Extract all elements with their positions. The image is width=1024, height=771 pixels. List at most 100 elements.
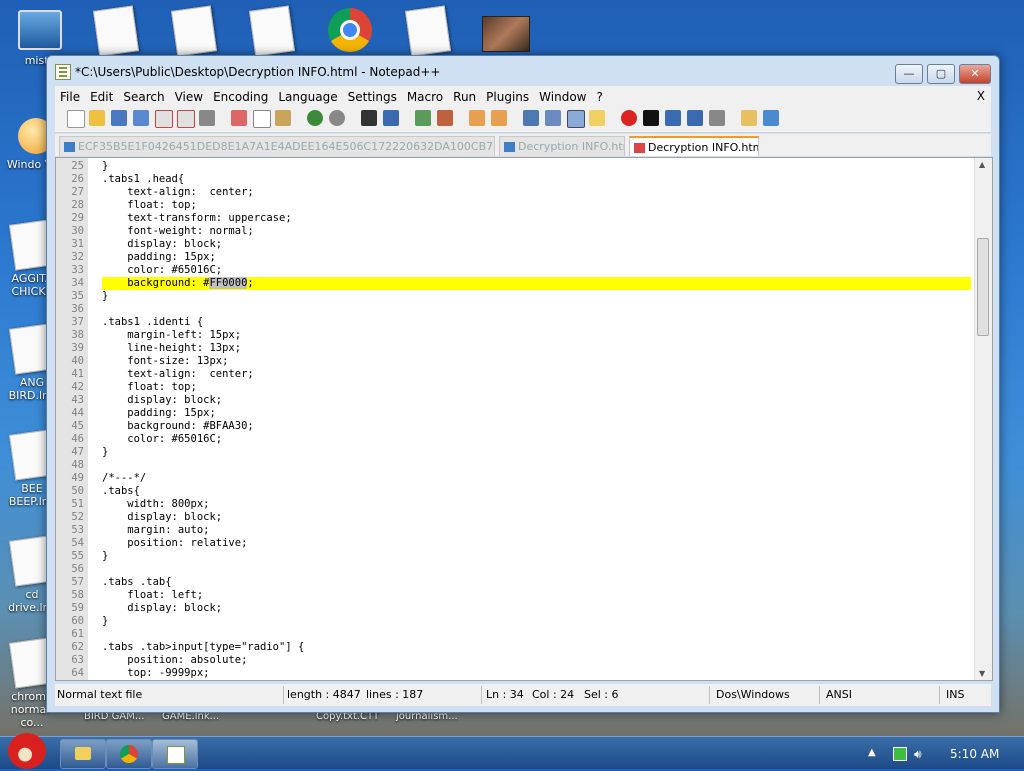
code-line[interactable]: 36	[56, 303, 971, 316]
taskbar-explorer-button[interactable]	[60, 739, 106, 769]
show-hidden-icons-icon[interactable]: ▲	[868, 747, 876, 758]
paste-icon[interactable]	[275, 110, 291, 126]
code-line[interactable]: 35}	[56, 290, 971, 303]
code-line[interactable]: 58 float: left;	[56, 589, 971, 602]
code-line[interactable]: 49 /*---*/	[56, 472, 971, 485]
spellcheck-icon[interactable]	[763, 110, 779, 126]
close-all-icon[interactable]	[177, 110, 195, 128]
code-line[interactable]: 28 float: top;	[56, 199, 971, 212]
open-file-icon[interactable]	[89, 110, 105, 126]
code-line[interactable]: 42 float: top;	[56, 381, 971, 394]
cut-icon[interactable]	[231, 110, 247, 126]
code-line[interactable]: 41 text-align: center;	[56, 368, 971, 381]
stop-macro-icon[interactable]	[643, 110, 659, 126]
vertical-scrollbar[interactable]: ▲ ▼	[974, 158, 992, 680]
word-wrap-icon[interactable]	[523, 110, 539, 126]
close-button[interactable]: ✕	[959, 64, 991, 84]
replace-icon[interactable]	[383, 110, 399, 126]
undo-icon[interactable]	[307, 110, 323, 126]
code-line[interactable]: 47}	[56, 446, 971, 459]
code-line[interactable]: 37 .tabs1 .identi {	[56, 316, 971, 329]
code-line[interactable]: 62 .tabs .tab>input[type="radio"] {	[56, 641, 971, 654]
code-line[interactable]: 52 display: block;	[56, 511, 971, 524]
menu-settings[interactable]: Settings	[343, 87, 402, 107]
close-file-icon[interactable]	[155, 110, 173, 128]
desktop-file[interactable]	[164, 5, 224, 57]
indent-guide-icon[interactable]	[567, 110, 585, 128]
menu-plugins[interactable]: Plugins	[481, 87, 534, 107]
code-line[interactable]: 46 color: #65016C;	[56, 433, 971, 446]
menu-macro[interactable]: Macro	[402, 87, 448, 107]
code-line[interactable]: 51 width: 800px;	[56, 498, 971, 511]
code-line[interactable]: 31 display: block;	[56, 238, 971, 251]
code-line[interactable]: 27 text-align: center;	[56, 186, 971, 199]
code-line[interactable]: 61	[56, 628, 971, 641]
code-line[interactable]: 60}	[56, 615, 971, 628]
scroll-down-icon[interactable]: ▼	[979, 669, 985, 678]
code-line[interactable]: 38 margin-left: 15px;	[56, 329, 971, 342]
start-button[interactable]	[4, 731, 48, 771]
code-line[interactable]: 53 margin: auto;	[56, 524, 971, 537]
taskbar-chrome-button[interactable]	[106, 739, 152, 769]
copy-icon[interactable]	[253, 110, 271, 128]
code-line[interactable]: 48	[56, 459, 971, 472]
save-macro-icon[interactable]	[709, 110, 725, 126]
code-line[interactable]: 59 display: block;	[56, 602, 971, 615]
scrollbar-thumb[interactable]	[977, 238, 989, 336]
code-line[interactable]: 43 display: block;	[56, 394, 971, 407]
menu-language[interactable]: Language	[273, 87, 342, 107]
clock[interactable]: 5:10 AM	[950, 747, 999, 761]
code-line[interactable]: 55}	[56, 550, 971, 563]
desktop-chrome-shortcut[interactable]	[320, 8, 380, 52]
run-macro-multiple-icon[interactable]	[687, 110, 703, 126]
menu-encoding[interactable]: Encoding	[208, 87, 273, 107]
tab-document-1[interactable]: ECF35B5E1F0426451DED8E1A7A1E4ADEE164E506…	[59, 136, 495, 156]
code-line[interactable]: 57 .tabs .tab{	[56, 576, 971, 589]
zoom-out-icon[interactable]	[437, 110, 453, 126]
tab-document-2[interactable]: Decryption INFO.html	[499, 136, 625, 156]
desktop-file[interactable]	[398, 5, 458, 57]
zoom-in-icon[interactable]	[415, 110, 431, 126]
menu-help[interactable]: ?	[591, 87, 607, 107]
code-line[interactable]: 32 padding: 15px;	[56, 251, 971, 264]
save-all-icon[interactable]	[133, 110, 149, 126]
taskbar-notepadpp-button[interactable]	[152, 739, 198, 769]
code-line[interactable]: 50 .tabs{	[56, 485, 971, 498]
menu-file[interactable]: File	[55, 87, 85, 107]
desktop-photo[interactable]	[476, 16, 536, 52]
code-line[interactable]: 56	[56, 563, 971, 576]
play-macro-icon[interactable]	[665, 110, 681, 126]
new-file-icon[interactable]	[67, 110, 85, 128]
network-icon[interactable]	[893, 747, 907, 761]
code-line[interactable]: 39 line-height: 13px;	[56, 342, 971, 355]
code-line[interactable]: 29 text-transform: uppercase;	[56, 212, 971, 225]
menu-view[interactable]: View	[170, 87, 208, 107]
redo-icon[interactable]	[329, 110, 345, 126]
desktop-file[interactable]	[242, 5, 302, 57]
code-line[interactable]: 26 .tabs1 .head{	[56, 173, 971, 186]
user-lang-icon[interactable]	[589, 110, 605, 126]
desktop-file[interactable]	[86, 5, 146, 57]
close-document-button[interactable]: X	[977, 86, 985, 106]
code-line[interactable]: 34 background: #FF0000;	[56, 277, 971, 290]
sync-vertical-icon[interactable]	[469, 110, 485, 126]
code-line[interactable]: 33 color: #65016C;	[56, 264, 971, 277]
text-editor[interactable]: 25} 26 .tabs1 .head{27 text-align: center;…	[55, 157, 993, 681]
title-bar[interactable]: *C:\Users\Public\Desktop\Decryption INFO…	[47, 56, 999, 86]
maximize-button[interactable]: ▢	[927, 64, 955, 84]
volume-icon[interactable]: 🔊︎	[914, 747, 922, 762]
print-icon[interactable]	[199, 110, 215, 126]
menu-run[interactable]: Run	[448, 87, 481, 107]
code-line[interactable]: 64 top: -9999px;	[56, 667, 971, 680]
tab-document-3-active[interactable]: Decryption INFO.html	[629, 136, 759, 156]
save-icon[interactable]	[111, 110, 127, 126]
find-icon[interactable]	[361, 110, 377, 126]
code-line[interactable]: 44 padding: 15px;	[56, 407, 971, 420]
menu-edit[interactable]: Edit	[85, 87, 118, 107]
code-line[interactable]: 63 position: absolute;	[56, 654, 971, 667]
show-all-chars-icon[interactable]	[545, 110, 561, 126]
menu-window[interactable]: Window	[534, 87, 591, 107]
minimize-button[interactable]: —	[895, 64, 923, 84]
scroll-up-icon[interactable]: ▲	[979, 160, 985, 169]
code-line[interactable]: 30 font-weight: normal;	[56, 225, 971, 238]
